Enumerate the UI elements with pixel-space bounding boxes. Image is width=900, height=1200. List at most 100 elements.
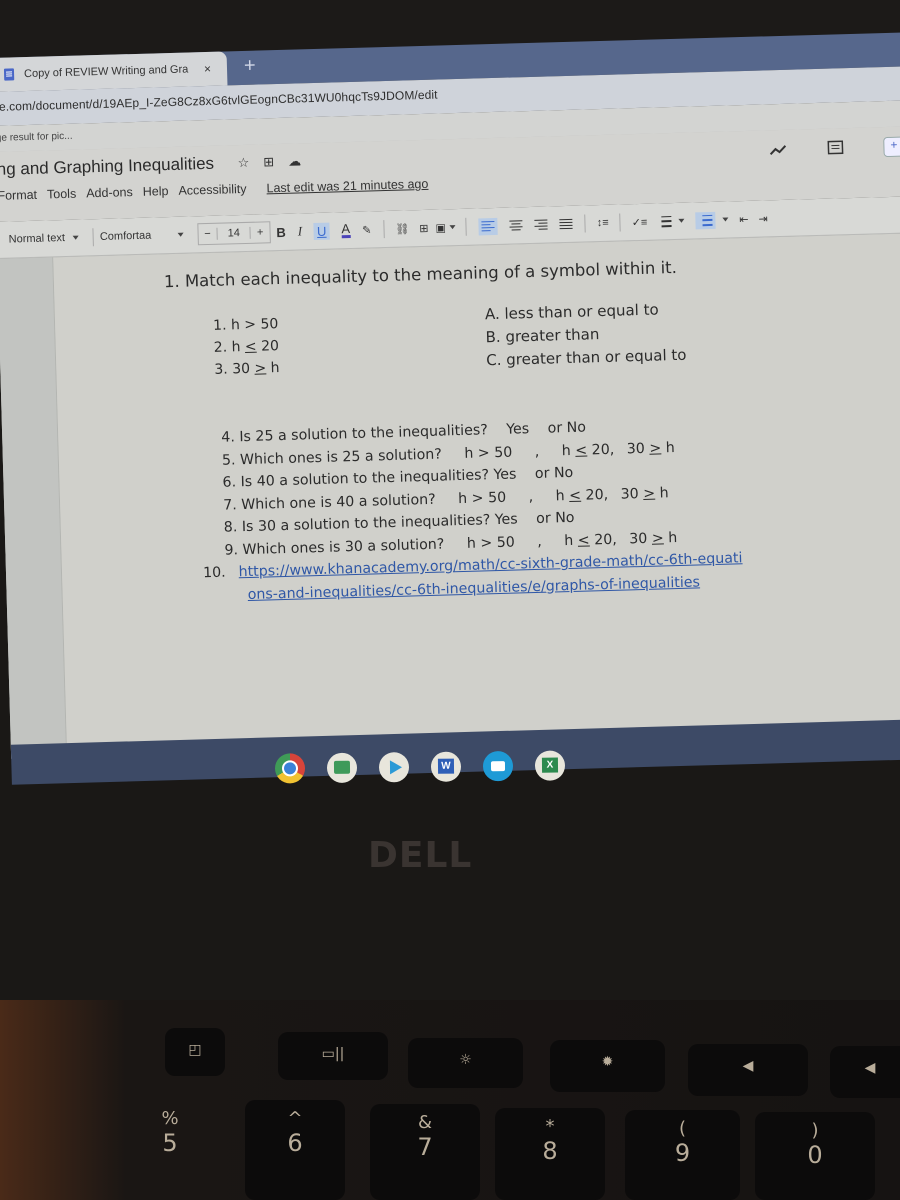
bold-button[interactable]: B xyxy=(276,224,286,239)
no-option: No xyxy=(553,464,574,482)
inequality-item: 2. h < 20 xyxy=(213,335,280,359)
title-icons: ☆ ⊞ ☁ xyxy=(237,153,301,171)
font-size-control: − 14 + xyxy=(196,221,271,246)
choice-text: 30 xyxy=(626,440,650,457)
style-select[interactable]: Normal text xyxy=(9,232,80,246)
chevron-down-icon[interactable] xyxy=(449,225,456,230)
menu-bar: Format Tools Add-ons Help Accessibility … xyxy=(0,177,429,203)
choice-a: h > 50 xyxy=(464,444,513,462)
yes-option: Yes xyxy=(506,421,530,438)
document-page[interactable]: 1. Match each inequality to the meaning … xyxy=(53,233,900,758)
item-number: 8. xyxy=(223,519,238,536)
divider xyxy=(465,217,468,236)
question-text: Is 30 a solution to the inequalities? xyxy=(241,512,491,536)
key-6[interactable]: ^ 6 xyxy=(245,1100,345,1200)
text-color-button[interactable]: A xyxy=(341,221,351,238)
choice-text: 30 xyxy=(629,530,653,547)
volume-mute-key[interactable]: ◀ xyxy=(688,1044,808,1096)
key-0[interactable]: ) 0 xyxy=(755,1112,875,1200)
insert-link-icon[interactable]: ⛓ xyxy=(395,222,409,235)
choice-symbol: < xyxy=(577,531,590,549)
inequality-item: 3. 30 > h xyxy=(214,357,280,381)
key-label: 6 xyxy=(287,1129,303,1157)
align-justify-icon[interactable] xyxy=(559,218,573,230)
align-center-icon[interactable] xyxy=(509,219,523,231)
key-8[interactable]: * 8 xyxy=(495,1108,605,1200)
brightness-down-key[interactable]: ☼ xyxy=(408,1038,523,1088)
checklist-icon[interactable]: ✓≡ xyxy=(632,215,648,228)
key-label: 0 xyxy=(807,1141,823,1169)
last-edit-link[interactable]: Last edit was 21 minutes ago xyxy=(266,177,428,196)
brightness-up-key[interactable]: ✹ xyxy=(550,1040,665,1092)
document-title[interactable]: ng and Graphing Inequalities xyxy=(0,154,214,180)
no-option: No xyxy=(554,509,575,527)
style-select-value: Normal text xyxy=(8,232,66,246)
cloud-saved-icon[interactable]: ☁ xyxy=(288,153,301,169)
meet-icon[interactable] xyxy=(482,751,514,782)
menu-accessibility[interactable]: Accessibility xyxy=(178,182,246,198)
overview-key[interactable]: ◰ xyxy=(165,1028,225,1076)
menu-add-ons[interactable]: Add-ons xyxy=(86,185,133,200)
activity-trend-icon[interactable] xyxy=(769,145,787,155)
bookmark-item[interactable]: ge result for pic... xyxy=(0,131,73,144)
choice-c: 30 > h xyxy=(629,530,677,547)
font-size-increase-button[interactable]: + xyxy=(251,226,270,239)
question-text: Which ones is 25 a solution? xyxy=(239,446,443,468)
font-select[interactable]: Comfortaa xyxy=(100,229,184,243)
window-switch-key[interactable]: ▭|| xyxy=(278,1032,388,1080)
align-left-icon[interactable] xyxy=(478,217,499,235)
chevron-down-icon[interactable] xyxy=(722,217,729,222)
choice-symbol: > xyxy=(649,439,662,457)
increase-indent-icon[interactable]: ⇥ xyxy=(758,212,768,225)
chrome-icon[interactable] xyxy=(274,753,306,784)
or-text: or xyxy=(547,420,563,437)
choice-text: 20, xyxy=(586,441,615,458)
italic-button[interactable]: I xyxy=(297,223,302,239)
bulleted-list-icon[interactable] xyxy=(657,215,672,227)
choice-a: h > 50 xyxy=(466,534,515,552)
align-right-icon[interactable] xyxy=(534,219,548,231)
key-5[interactable]: % 5 xyxy=(150,1100,190,1195)
key-9[interactable]: ( 9 xyxy=(625,1110,740,1200)
font-size-decrease-button[interactable]: − xyxy=(198,228,217,241)
key-7[interactable]: & 7 xyxy=(370,1104,480,1200)
google-classroom-icon[interactable] xyxy=(326,752,358,783)
divider xyxy=(92,228,95,247)
choice-separator: , xyxy=(537,533,543,550)
decrease-indent-icon[interactable]: ⇤ xyxy=(739,212,749,225)
question-text: Is 25 a solution to the inequalities? xyxy=(239,422,488,446)
present-button[interactable] xyxy=(883,136,900,158)
dell-logo: DELL xyxy=(368,835,473,876)
menu-tools[interactable]: Tools xyxy=(47,187,77,202)
underline-button[interactable]: U xyxy=(313,222,330,240)
add-comment-icon[interactable]: ⊞ xyxy=(419,221,429,234)
insert-image-icon[interactable]: ▣ xyxy=(435,221,446,234)
question-1: 1. Match each inequality to the meaning … xyxy=(163,257,678,292)
numbered-list-icon[interactable] xyxy=(695,211,716,229)
star-icon[interactable]: ☆ xyxy=(237,155,249,171)
new-tab-button[interactable]: + xyxy=(244,55,256,78)
key-shift-label: % xyxy=(161,1108,179,1129)
url-text[interactable]: e.com/document/d/19AEp_I-ZeG8Cz8xG6tvlGE… xyxy=(0,88,438,114)
choice-text: h xyxy=(663,529,678,546)
close-tab-icon[interactable]: × xyxy=(204,62,211,76)
highlight-pen-icon[interactable]: ✎ xyxy=(362,223,372,236)
font-select-value: Comfortaa xyxy=(99,229,152,244)
comment-history-icon[interactable] xyxy=(827,140,844,156)
excel-icon[interactable] xyxy=(534,750,566,781)
play-store-icon[interactable] xyxy=(378,752,410,783)
menu-help[interactable]: Help xyxy=(143,184,169,199)
line-spacing-icon[interactable]: ↕≡ xyxy=(597,217,609,229)
font-size-input[interactable]: 14 xyxy=(216,226,252,240)
move-to-folder-icon[interactable]: ⊞ xyxy=(263,154,274,170)
chevron-down-icon[interactable] xyxy=(678,218,685,223)
item-number: 10. xyxy=(202,564,226,582)
choice-text: h xyxy=(654,484,669,502)
volume-down-key[interactable]: ◀ xyxy=(830,1046,900,1098)
inequality-symbol: > xyxy=(254,360,267,377)
menu-format[interactable]: Format xyxy=(0,188,37,203)
key-shift-label: ^ xyxy=(287,1108,303,1129)
choice-text: 20, xyxy=(589,531,617,548)
choice-symbol: > xyxy=(651,529,664,547)
word-icon[interactable] xyxy=(430,751,462,782)
